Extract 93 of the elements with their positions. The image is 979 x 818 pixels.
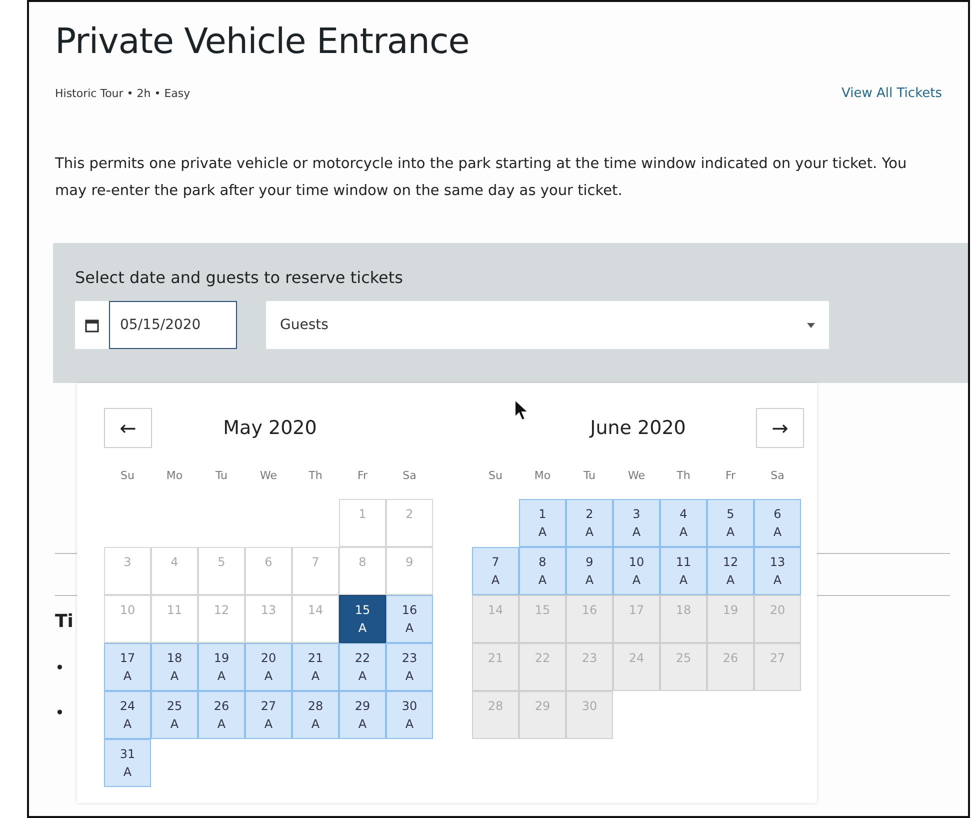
calendar-day[interactable]: 13 A bbox=[754, 547, 801, 595]
calendar-day[interactable]: 1 A bbox=[519, 499, 566, 547]
calendar-day: 17 bbox=[613, 595, 660, 643]
calendar-day: 18 bbox=[660, 595, 707, 643]
description-text: This permits one private vehicle or motorcycle into the park starting at the time window indicated on your ticket. You may re-enter the park after your time window on the same day as your ticket. bbox=[55, 155, 908, 201]
calendar-day[interactable]: 20 A bbox=[245, 643, 292, 691]
calendar-day: 11 bbox=[151, 595, 198, 643]
calendar-day: 13 bbox=[245, 595, 292, 643]
calendar-day: 20 bbox=[754, 595, 801, 643]
calendar-day[interactable]: 12 A bbox=[707, 547, 754, 595]
calendar-day: 2 bbox=[386, 499, 433, 547]
weekday-label: Su bbox=[488, 468, 504, 484]
calendar-day[interactable]: 3 A bbox=[613, 499, 660, 547]
weekday-label: We bbox=[259, 468, 278, 484]
weekday-label: Mo bbox=[533, 468, 552, 484]
calendar-day[interactable]: 18 A bbox=[151, 643, 198, 691]
weekday-label: Su bbox=[120, 468, 136, 484]
calendar-day[interactable]: 6 A bbox=[754, 499, 801, 547]
calendar-day: 26 bbox=[707, 643, 754, 691]
calendar-day[interactable]: 26 A bbox=[198, 691, 245, 739]
weekday-label: Sa bbox=[770, 468, 786, 484]
calendar-day: 14 bbox=[292, 595, 339, 643]
weekday-label: Th bbox=[676, 468, 692, 484]
month-title: May 2020 bbox=[223, 417, 317, 439]
calendar-day: 6 bbox=[245, 547, 292, 595]
calendar-day[interactable]: 21 A bbox=[292, 643, 339, 691]
calendar-day[interactable]: 29 A bbox=[339, 691, 386, 739]
month-title: June 2020 bbox=[590, 417, 686, 439]
calendar-icon bbox=[85, 318, 99, 332]
calendar-day: 8 bbox=[339, 547, 386, 595]
calendar-day[interactable]: 17 A bbox=[104, 643, 151, 691]
bullet: • bbox=[55, 658, 66, 677]
calendar-day[interactable]: 4 A bbox=[660, 499, 707, 547]
calendar-day[interactable]: 16 A bbox=[386, 595, 433, 643]
calendar-day[interactable]: 2 A bbox=[566, 499, 613, 547]
calendar-day: 24 bbox=[613, 643, 660, 691]
calendar-day[interactable]: 11 A bbox=[660, 547, 707, 595]
calendar-day: 15 bbox=[519, 595, 566, 643]
caret-icon bbox=[807, 322, 815, 328]
calendar-day: 23 bbox=[566, 643, 613, 691]
calendar-day[interactable]: 24 A bbox=[104, 691, 151, 739]
calendar-button[interactable] bbox=[75, 301, 109, 349]
calendar-day[interactable]: 19 A bbox=[198, 643, 245, 691]
weekday-label: Fr bbox=[356, 468, 369, 484]
calendar-day[interactable]: 7 A bbox=[472, 547, 519, 595]
calendar-day: 21 bbox=[472, 643, 519, 691]
calendar-day: 27 bbox=[754, 643, 801, 691]
calendar-day: 3 bbox=[104, 547, 151, 595]
cursor-icon bbox=[514, 399, 528, 421]
weekday-label: We bbox=[627, 468, 646, 484]
reserve-heading: Select date and guests to reserve tickets bbox=[75, 268, 404, 287]
calendar-day[interactable]: 30 A bbox=[386, 691, 433, 739]
page-title: Private Vehicle Entrance bbox=[55, 22, 470, 62]
calendar-day: 28 bbox=[472, 691, 519, 739]
tour-details: Historic Tour • 2h • Easy bbox=[55, 87, 190, 100]
previous-month-button[interactable]: ← bbox=[104, 408, 152, 448]
calendar-day[interactable]: 23 A bbox=[386, 643, 433, 691]
section-heading: Ti bbox=[55, 611, 74, 632]
calendar-day[interactable]: 25 A bbox=[151, 691, 198, 739]
calendar-day: 19 bbox=[707, 595, 754, 643]
weekday-label: Th bbox=[308, 468, 324, 484]
guests-dropdown[interactable]: Guests bbox=[266, 301, 829, 349]
calendar-day: 16 bbox=[566, 595, 613, 643]
calendar-day: 4 bbox=[151, 547, 198, 595]
weekday-label: Tu bbox=[582, 468, 597, 484]
date-field[interactable]: 05/15/2020 bbox=[109, 301, 237, 349]
calendar-day[interactable]: 31 A bbox=[104, 739, 151, 787]
weekday-label: Fr bbox=[724, 468, 737, 484]
calendar-day[interactable]: 22 A bbox=[339, 643, 386, 691]
calendar-day: 14 bbox=[472, 595, 519, 643]
calendar-day[interactable]: 15 A bbox=[339, 595, 386, 643]
weekday-label: Mo bbox=[165, 468, 184, 484]
calendar-day: 1 bbox=[339, 499, 386, 547]
calendar-day: 22 bbox=[519, 643, 566, 691]
calendar-day[interactable]: 10 A bbox=[613, 547, 660, 595]
calendar-day[interactable]: 5 A bbox=[707, 499, 754, 547]
calendar-day: 25 bbox=[660, 643, 707, 691]
calendar-day[interactable]: 27 A bbox=[245, 691, 292, 739]
calendar-day: 10 bbox=[104, 595, 151, 643]
calendar-day[interactable]: 9 A bbox=[566, 547, 613, 595]
calendar-day: 5 bbox=[198, 547, 245, 595]
view-all-tickets-link[interactable]: View All Tickets bbox=[842, 86, 942, 101]
weekday-label: Sa bbox=[402, 468, 418, 484]
calendar-day[interactable]: 28 A bbox=[292, 691, 339, 739]
next-month-button[interactable]: → bbox=[756, 408, 804, 448]
calendar-day: 29 bbox=[519, 691, 566, 739]
calendar-day: 7 bbox=[292, 547, 339, 595]
calendar-day: 30 bbox=[566, 691, 613, 739]
calendar-day: 9 bbox=[386, 547, 433, 595]
calendar-day: 12 bbox=[198, 595, 245, 643]
weekday-label: Tu bbox=[214, 468, 229, 484]
calendar-day[interactable]: 8 A bbox=[519, 547, 566, 595]
bullet: • bbox=[55, 703, 66, 722]
